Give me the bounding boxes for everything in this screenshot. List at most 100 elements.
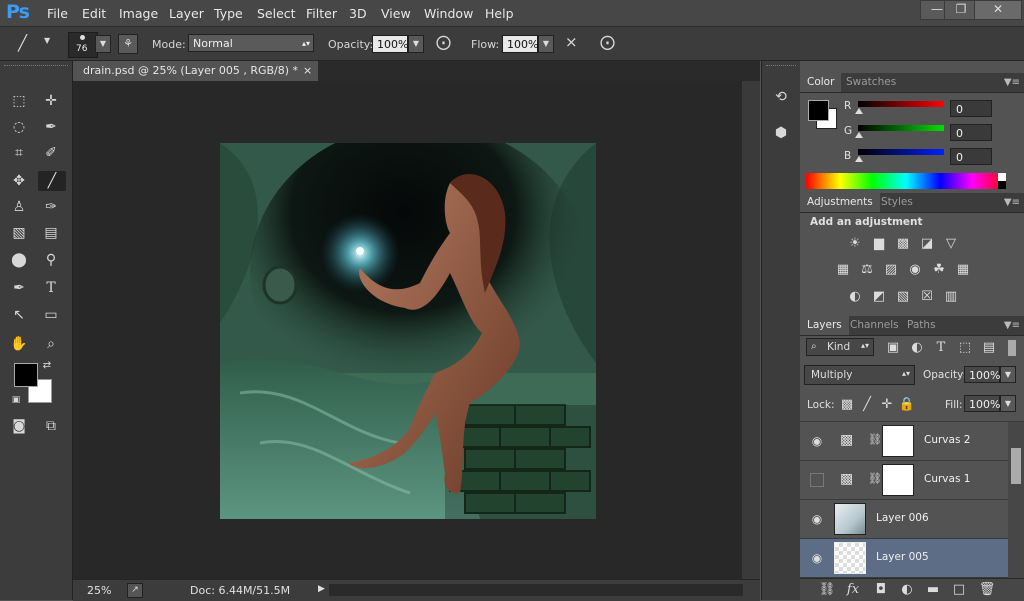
red-slider[interactable] <box>858 101 944 107</box>
channel-mixer-icon[interactable]: ☘ <box>930 262 948 278</box>
crop-tool-icon[interactable]: ⌗ <box>8 143 30 163</box>
screen-mode-icon[interactable]: ⧉ <box>40 416 62 436</box>
pen-tool-icon[interactable]: ✒ <box>8 278 30 298</box>
menu-select[interactable]: Select <box>257 6 296 21</box>
gradient-map-icon[interactable]: ▥ <box>942 289 960 305</box>
layers-scrollbar[interactable] <box>1008 422 1024 578</box>
brush-tool-icon[interactable]: ╱ <box>18 34 27 52</box>
layer-name[interactable]: Curvas 2 <box>924 434 970 446</box>
layer-row-layer-005[interactable]: ◉ Layer 005 <box>800 539 1008 578</box>
delete-layer-icon[interactable]: 🗑 <box>978 582 996 598</box>
brush-tool-icon[interactable]: ╱ <box>38 171 66 191</box>
opacity-input[interactable]: 100% <box>372 35 408 53</box>
fill-input[interactable]: 100% <box>964 395 1000 412</box>
3d-icon[interactable]: ⬢ <box>771 123 791 143</box>
artwork-canvas[interactable] <box>220 143 596 519</box>
menu-edit[interactable]: Edit <box>82 6 106 21</box>
visibility-eye-icon[interactable]: ◉ <box>810 434 824 448</box>
posterize-icon[interactable]: ◩ <box>870 289 888 305</box>
opacity-dropdown[interactable]: ▼ <box>408 35 424 53</box>
quick-select-tool-icon[interactable]: ✒ <box>40 117 62 137</box>
visibility-toggle-off[interactable] <box>810 473 824 487</box>
black-ramp-swatch[interactable] <box>998 181 1006 189</box>
levels-icon[interactable]: ▆ <box>870 236 888 252</box>
lock-image-icon[interactable]: ╱ <box>858 397 876 413</box>
marquee-tool-icon[interactable]: ⬚ <box>8 91 30 111</box>
tab-color[interactable]: Color <box>800 73 842 92</box>
filter-pixel-icon[interactable]: ▣ <box>884 340 902 356</box>
tab-styles[interactable]: Styles <box>874 193 920 212</box>
black-white-icon[interactable]: ▨ <box>882 262 900 278</box>
brush-panel-icon[interactable]: ⚘ <box>118 34 138 54</box>
lock-position-icon[interactable]: ✛ <box>878 397 896 413</box>
new-layer-icon[interactable]: □ <box>950 582 968 598</box>
move-tool-icon[interactable]: ✛ <box>40 91 62 111</box>
threshold-icon[interactable]: ▧ <box>894 289 912 305</box>
menu-layer[interactable]: Layer <box>169 6 204 21</box>
red-value[interactable]: 0 <box>950 100 992 117</box>
invert-icon[interactable]: ◐ <box>846 289 864 305</box>
menu-filter[interactable]: Filter <box>306 6 337 21</box>
eyedropper-tool-icon[interactable]: ✐ <box>40 143 62 163</box>
pressure-opacity-icon[interactable]: ⨀ <box>436 33 451 51</box>
zoom-level[interactable]: 25% <box>87 584 111 597</box>
filter-shape-icon[interactable]: ⬚ <box>956 340 974 356</box>
photo-filter-icon[interactable]: ◉ <box>906 262 924 278</box>
lock-transparent-icon[interactable]: ▩ <box>838 397 856 413</box>
layer-mask-thumbnail[interactable] <box>882 464 914 496</box>
blue-slider[interactable] <box>858 149 944 155</box>
lasso-tool-icon[interactable]: ◌ <box>8 117 30 137</box>
tab-swatches[interactable]: Swatches <box>839 73 903 92</box>
brightness-icon[interactable]: ☀ <box>846 236 864 252</box>
flow-dropdown[interactable]: ▼ <box>538 35 554 53</box>
blend-mode-select[interactable]: Multiply ▴▾ <box>804 365 915 385</box>
type-tool-icon[interactable]: T <box>40 278 62 298</box>
menu-help[interactable]: Help <box>485 6 514 21</box>
link-icon[interactable]: ⛓ <box>868 433 882 446</box>
layer-name[interactable]: Layer 006 <box>876 512 929 524</box>
document-tab[interactable]: drain.psd @ 25% (Layer 005 , RGB/8) * × <box>73 61 318 81</box>
layers-scroll-thumb[interactable] <box>1011 448 1021 484</box>
color-lookup-icon[interactable]: ▦ <box>954 262 972 278</box>
tab-layers[interactable]: Layers <box>800 316 849 335</box>
canvas-area[interactable] <box>73 81 742 579</box>
export-icon[interactable]: ↗ <box>127 583 143 598</box>
swap-colors-icon[interactable]: ⇄ <box>40 359 54 373</box>
visibility-eye-icon[interactable]: ◉ <box>810 512 824 526</box>
quick-mask-icon[interactable]: ◙ <box>8 416 30 436</box>
green-slider-handle[interactable] <box>855 132 863 138</box>
panel-grip[interactable] <box>766 65 796 66</box>
close-button[interactable]: ✕ <box>974 0 1022 20</box>
menu-type[interactable]: Type <box>214 6 243 21</box>
zoom-tool-icon[interactable]: ⌕ <box>40 334 62 354</box>
vibrance-icon[interactable]: ▽ <box>942 236 960 252</box>
healing-brush-tool-icon[interactable]: ✥ <box>8 171 30 191</box>
tab-channels[interactable]: Channels <box>843 316 906 335</box>
brush-preview[interactable]: 76 <box>68 32 98 58</box>
layer-row-layer-006[interactable]: ◉ Layer 006 <box>800 500 1008 539</box>
filter-smart-object-icon[interactable]: ▤ <box>980 340 998 356</box>
blue-slider-handle[interactable] <box>855 156 863 162</box>
panel-menu-icon[interactable]: ▼≡ <box>1004 320 1020 331</box>
layer-opacity-dropdown[interactable]: ▼ <box>1000 366 1016 383</box>
layer-row-curvas-2[interactable]: ◉ ▩ ⛓ Curvas 2 <box>800 422 1008 461</box>
menu-window[interactable]: Window <box>424 6 473 21</box>
foreground-color-chip[interactable] <box>808 100 829 121</box>
history-icon[interactable]: ⟲ <box>771 87 791 107</box>
blue-value[interactable]: 0 <box>950 148 992 165</box>
layer-filter-select[interactable]: ⌕ Kind ▴▾ <box>806 338 874 356</box>
layer-row-curvas-1[interactable]: ▩ ⛓ Curvas 1 <box>800 461 1008 500</box>
layer-opacity-input[interactable]: 100% <box>964 366 1000 383</box>
color-spectrum-ramp[interactable] <box>806 173 1006 189</box>
add-mask-icon[interactable]: ◘ <box>872 582 890 598</box>
menu-3d[interactable]: 3D <box>349 6 367 21</box>
tab-paths[interactable]: Paths <box>900 316 943 335</box>
horizontal-scrollbar[interactable] <box>329 584 743 596</box>
layer-thumbnail[interactable] <box>834 503 866 535</box>
hand-tool-icon[interactable]: ✋ <box>8 334 30 354</box>
default-colors-icon[interactable]: ▣ <box>9 393 23 407</box>
layer-mask-thumbnail[interactable] <box>882 425 914 457</box>
red-slider-handle[interactable] <box>855 108 863 114</box>
filter-toggle[interactable] <box>1008 340 1016 356</box>
tab-adjustments[interactable]: Adjustments <box>800 193 880 212</box>
